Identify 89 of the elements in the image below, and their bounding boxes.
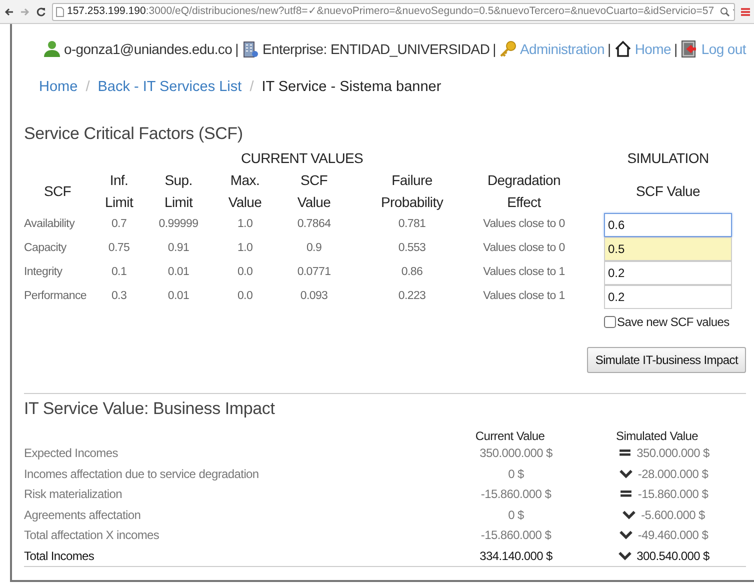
row-label: Risk materialization — [24, 486, 124, 504]
table-cell-text: 1.0 — [236, 216, 254, 232]
table-cell-text: 0.86 — [400, 264, 424, 280]
input-field[interactable]: 0.2 — [604, 284, 732, 308]
table-cell-text: 300.540.000 $ — [636, 548, 710, 565]
column-header: Simulated Value — [615, 428, 699, 445]
table-cell-text: 0.99999 — [158, 216, 200, 232]
table-cell-text: 0.0771 — [296, 264, 332, 280]
section-title: Service Critical Factors (SCF) — [24, 123, 244, 145]
column-header: SCF Value — [297, 170, 331, 212]
separator-text: | — [235, 40, 238, 59]
table-cell-text: -28.000.000 $ — [638, 466, 708, 483]
table-cell-text: 0.01 — [166, 288, 190, 304]
table-cell-text: 0 $ — [507, 466, 525, 483]
table-cell-text: 0 $ — [507, 506, 525, 524]
breadcrumb-separator: / — [250, 78, 254, 98]
table-cell-text: 350.000.000 $ — [636, 445, 710, 462]
column-header: SCF Value — [636, 182, 700, 198]
column-header: Max. Value — [228, 170, 262, 212]
table-cell-text: -5.600.000 $ — [641, 506, 705, 524]
table-cell-text: 0.0 — [236, 264, 254, 280]
table-cell-text: 1.0 — [236, 240, 254, 256]
input-field[interactable]: 0.6 — [604, 212, 732, 236]
column-header: Inf. Limit — [104, 170, 134, 212]
address-bar[interactable]: 157.253.199.190:3000/eQ/distribuciones/new?utf8=✓&nuevoPrimero=&nuevoSegundo=0.5&nuevoTercero=&nuevoCuarto=&idServicio=57 — [52, 2, 735, 20]
column-header: Failure Probability — [380, 170, 444, 212]
row-label: Total affectation X incomes — [24, 527, 160, 544]
table-cell-text: 0.223 — [397, 288, 427, 304]
home-icon — [614, 40, 632, 58]
section-title: IT Service Value: Business Impact — [24, 398, 276, 420]
column-header: Sup. Limit — [164, 170, 193, 212]
group-header: CURRENT VALUES — [240, 148, 364, 168]
table-cell-text: 334.140.000 $ — [478, 548, 554, 565]
table-cell-text: 0.1 — [110, 264, 128, 280]
table-cell-text: 0.9 — [305, 240, 323, 256]
row-label: Performance — [24, 288, 88, 304]
row-label: Integrity — [24, 264, 64, 280]
table-cell-text: 0.3 — [110, 288, 128, 304]
table-cell-text: 350.000.000 $ — [478, 445, 554, 462]
zoom-icon[interactable] — [720, 6, 730, 16]
table-cell-text: Values close to 0 — [482, 216, 566, 232]
column-header: SCF — [44, 182, 72, 200]
table-cell-text: 0.7 — [110, 216, 128, 232]
row-label: Incomes affectation due to service degradation — [24, 466, 260, 483]
user-icon — [42, 40, 61, 58]
checkbox-label: Save new SCF values — [617, 314, 730, 330]
table-cell-text: 0.7864 — [296, 216, 332, 232]
breadcrumb-separator: / — [86, 78, 90, 98]
separator-text: | — [608, 40, 611, 59]
separator-text: | — [674, 40, 678, 59]
menu-icon[interactable] — [741, 6, 750, 16]
table-cell-text: 0.781 — [397, 216, 427, 232]
input-field[interactable]: 0.5 — [604, 236, 732, 260]
table-cell-text: 0.75 — [107, 240, 131, 256]
table-cell-text: -15.860.000 $ — [480, 527, 552, 544]
row-label: Capacity — [24, 240, 68, 256]
table-cell-text: -15.860.000 $ — [480, 486, 552, 504]
save-checkbox[interactable] — [604, 316, 616, 328]
table-cell-text: 0.093 — [299, 288, 329, 304]
separator-text: | — [492, 40, 496, 59]
building-icon — [241, 40, 260, 58]
logout-icon — [680, 40, 698, 58]
column-header: Current Value — [474, 428, 546, 445]
input-field[interactable]: 0.2 — [604, 260, 732, 284]
row-label: Expected Incomes — [24, 445, 119, 462]
row-label: Total Incomes — [24, 548, 96, 565]
page-icon — [56, 6, 64, 16]
table-cell-text: 0.0 — [236, 288, 254, 304]
user-email: o-gonza1@uniandes.edu.co — [64, 40, 232, 59]
table-cell-text: Values close to 1 — [482, 288, 566, 304]
table-cell-text: -49.460.000 $ — [638, 527, 708, 544]
back-icon[interactable] — [4, 6, 14, 16]
enterprise-label: Enterprise: ENTIDAD_UNIVERSIDAD — [262, 40, 490, 59]
group-header: SIMULATION — [626, 148, 710, 168]
table-cell-text: Values close to 0 — [482, 240, 566, 256]
simulate-button[interactable]: Simulate IT-business Impact — [587, 346, 746, 372]
table-cell-text: -15.860.000 $ — [638, 486, 708, 504]
key-icon — [499, 40, 518, 58]
table-cell-text: 0.01 — [166, 264, 190, 280]
reload-icon[interactable] — [36, 6, 46, 16]
column-header: Degradation Effect — [488, 170, 560, 212]
table-cell-text: 0.553 — [397, 240, 427, 256]
row-label: Agreements affectation — [24, 506, 142, 524]
breadcrumb-current: IT Service - Sistema banner — [262, 78, 442, 98]
breadcrumb-link[interactable]: Back - IT Services List — [98, 77, 242, 99]
table-cell-text: 0.91 — [166, 240, 190, 256]
row-label: Availability — [24, 216, 76, 232]
table-cell-text: Values close to 1 — [482, 264, 566, 280]
breadcrumb-link[interactable]: Home — [39, 77, 78, 99]
